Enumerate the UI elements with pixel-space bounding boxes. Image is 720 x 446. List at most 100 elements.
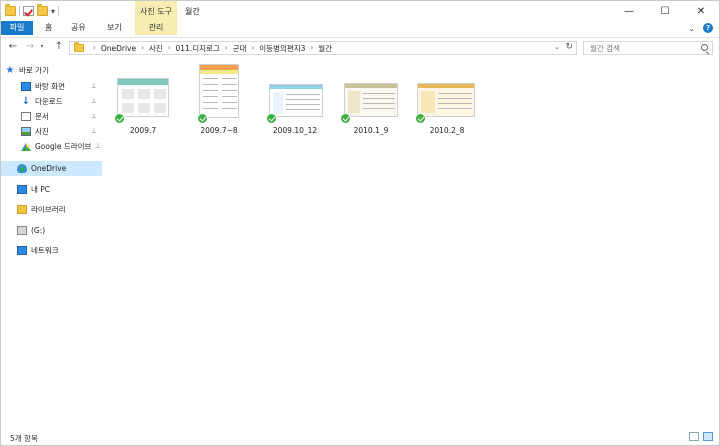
breadcrumb-photos[interactable]: 사진 bbox=[149, 43, 163, 54]
contextual-group-header: 사진 도구 bbox=[135, 1, 177, 21]
sidebar-item-libraries[interactable]: 라이브러리 bbox=[1, 202, 102, 217]
thumbnail-block bbox=[200, 70, 238, 74]
maximize-button[interactable]: ☐ bbox=[647, 1, 683, 21]
sidebar-item-documents[interactable]: 문서 ⊥ bbox=[1, 109, 102, 124]
file-item[interactable]: 2010.2_8 bbox=[415, 63, 479, 139]
sidebar-item-downloads[interactable]: ↓ 다운로드 ⊥ bbox=[1, 94, 102, 109]
document-icon bbox=[21, 112, 31, 121]
sidebar-item-desktop[interactable]: 바탕 화면 ⊥ bbox=[1, 79, 102, 94]
drive-icon bbox=[17, 226, 27, 235]
sidebar-item-label: OneDrive bbox=[31, 164, 67, 173]
status-bar: 5개 항목 bbox=[1, 429, 719, 445]
sidebar-item-label: 바로 가기 bbox=[19, 66, 49, 75]
item-count: 5개 항목 bbox=[10, 434, 38, 443]
sidebar-item-network[interactable]: 네트워크 bbox=[1, 243, 102, 258]
tab-manage[interactable]: 관리 bbox=[135, 21, 177, 35]
sidebar-item-label: 네트워크 bbox=[31, 246, 59, 255]
address-history-dropdown[interactable]: ⌄ bbox=[554, 43, 560, 51]
thumbnail-block bbox=[122, 103, 134, 113]
thumbnail-block bbox=[421, 91, 435, 113]
thumbnail-line bbox=[222, 90, 237, 91]
star-icon: ★ bbox=[5, 65, 15, 76]
recent-locations-dropdown[interactable]: ▾ bbox=[38, 40, 46, 54]
breadcrumb-onedrive[interactable]: OneDrive bbox=[101, 44, 136, 53]
thumbnail-header bbox=[345, 84, 397, 88]
synced-check-icon bbox=[415, 113, 426, 124]
thumbnail-line bbox=[203, 90, 218, 91]
refresh-icon[interactable]: ↻ bbox=[565, 42, 573, 52]
file-item[interactable]: 2010.1_9 bbox=[339, 63, 403, 139]
thumbnail-block bbox=[273, 92, 283, 114]
sidebar-item-label: 라이브러리 bbox=[31, 205, 66, 214]
thumbnail-header bbox=[418, 84, 474, 88]
pin-icon[interactable]: ⊥ bbox=[91, 82, 97, 90]
back-button[interactable]: ← bbox=[6, 40, 20, 54]
breadcrumb-digilog[interactable]: 011.디지로그 bbox=[176, 43, 220, 54]
google-drive-icon bbox=[21, 142, 31, 151]
desktop-icon bbox=[21, 82, 31, 91]
properties-icon[interactable] bbox=[23, 6, 34, 16]
explorer-window: ▾ 사진 도구 월간 — ☐ ✕ 파일 홈 공유 보기 관리 ⌄ ? ← → ▾… bbox=[0, 0, 720, 446]
new-folder-icon[interactable] bbox=[37, 4, 48, 16]
breadcrumb-separator[interactable]: › bbox=[225, 44, 228, 52]
tab-home[interactable]: 홈 bbox=[45, 21, 52, 35]
sidebar-item-this-pc[interactable]: 내 PC bbox=[1, 182, 102, 197]
breadcrumb-separator[interactable]: › bbox=[168, 44, 171, 52]
up-button[interactable]: ↑ bbox=[52, 40, 66, 54]
details-view-icon[interactable] bbox=[689, 432, 699, 441]
window-controls: — ☐ ✕ bbox=[611, 1, 719, 21]
large-icons-view-icon[interactable] bbox=[703, 432, 713, 441]
forward-button[interactable]: → bbox=[23, 40, 37, 54]
breadcrumb-separator[interactable]: › bbox=[141, 44, 144, 52]
thumbnail-line bbox=[438, 103, 472, 104]
address-bar[interactable]: › OneDrive › 사진 › 011.디지로그 › 군대 › 이등병의편지… bbox=[69, 41, 577, 55]
navigation-bar: ← → ▾ ↑ › OneDrive › 사진 › 011.디지로그 › 군대 … bbox=[1, 37, 719, 57]
pin-icon[interactable]: ⊥ bbox=[91, 97, 97, 105]
file-name: 2009.10_12 bbox=[272, 126, 318, 135]
tab-share[interactable]: 공유 bbox=[71, 21, 86, 35]
minimize-button[interactable]: — bbox=[611, 1, 647, 21]
quick-access-toolbar: ▾ bbox=[5, 4, 60, 17]
breadcrumb-separator[interactable]: › bbox=[310, 44, 313, 52]
breadcrumb-separator[interactable]: › bbox=[93, 44, 96, 52]
breadcrumb-monthly[interactable]: 월간 bbox=[318, 43, 332, 54]
customize-toolbar-dropdown[interactable]: ▾ bbox=[51, 7, 55, 16]
thumbnail-block bbox=[138, 103, 150, 113]
thumbnail-line bbox=[438, 98, 472, 99]
sidebar-item-label: Google 드라이브 bbox=[35, 142, 92, 151]
thumbnail-line bbox=[222, 78, 237, 79]
breadcrumb-army[interactable]: 군대 bbox=[233, 43, 247, 54]
thumbnail-line bbox=[203, 108, 218, 109]
file-name: 2009.7~8 bbox=[200, 126, 238, 135]
sidebar-item-drive-g[interactable]: (G:) bbox=[1, 223, 102, 238]
search-input[interactable] bbox=[590, 42, 700, 54]
file-item[interactable]: 2009.7~8 bbox=[187, 63, 251, 139]
sidebar-item-label: 바탕 화면 bbox=[35, 82, 65, 91]
file-item[interactable]: 2009.7 bbox=[111, 63, 175, 139]
sidebar-item-google-drive[interactable]: Google 드라이브 ⊥ bbox=[1, 139, 102, 154]
pc-icon bbox=[17, 185, 27, 194]
image-thumbnail bbox=[269, 84, 323, 117]
folder-icon[interactable] bbox=[5, 4, 16, 16]
search-box[interactable] bbox=[583, 41, 713, 55]
pin-icon[interactable]: ⊥ bbox=[91, 127, 97, 135]
expand-ribbon-icon[interactable]: ⌄ bbox=[688, 24, 695, 33]
tab-file[interactable]: 파일 bbox=[1, 21, 33, 35]
close-button[interactable]: ✕ bbox=[683, 1, 719, 21]
help-icon[interactable]: ? bbox=[703, 23, 713, 33]
pictures-icon bbox=[21, 127, 31, 136]
sidebar-item-quick-access[interactable]: ★ 바로 가기 bbox=[1, 63, 102, 78]
thumbnail-line bbox=[203, 102, 218, 103]
search-icon[interactable] bbox=[701, 44, 708, 51]
pin-icon[interactable]: ⊥ bbox=[91, 112, 97, 120]
sidebar-item-onedrive[interactable]: OneDrive bbox=[1, 161, 102, 176]
pin-icon[interactable]: ⊥ bbox=[95, 142, 101, 150]
file-name: 2010.1_9 bbox=[353, 126, 389, 135]
breadcrumb-letter[interactable]: 이등병의편지3 bbox=[259, 43, 305, 54]
file-item[interactable]: 2009.10_12 bbox=[263, 63, 327, 139]
tab-view[interactable]: 보기 bbox=[107, 21, 122, 35]
thumbnail-line bbox=[363, 103, 395, 104]
thumbnail-line bbox=[363, 93, 395, 94]
breadcrumb-separator[interactable]: › bbox=[251, 44, 254, 52]
sidebar-item-pictures[interactable]: 사진 ⊥ bbox=[1, 124, 102, 139]
